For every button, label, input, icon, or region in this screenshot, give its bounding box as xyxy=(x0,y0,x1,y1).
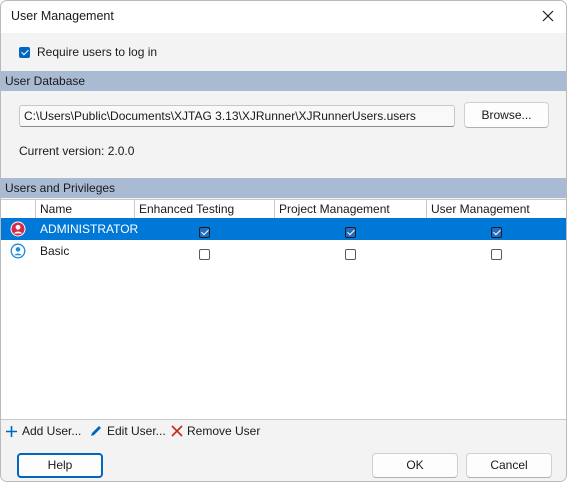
user-icon xyxy=(10,243,26,259)
ok-button[interactable]: OK xyxy=(372,453,458,478)
remove-icon xyxy=(171,425,183,437)
column-header-enhanced-testing[interactable]: Enhanced Testing xyxy=(135,200,275,218)
users-table: Name Enhanced Testing Project Management… xyxy=(1,199,566,420)
users-privileges-header: Users and Privileges xyxy=(1,178,566,198)
plus-icon xyxy=(6,425,17,437)
user-management-checkbox[interactable] xyxy=(491,227,502,238)
remove-user-button[interactable]: Remove User xyxy=(171,424,260,438)
table-header: Name Enhanced Testing Project Management… xyxy=(1,200,566,219)
column-header-user-management[interactable]: User Management xyxy=(427,200,566,218)
database-path-field[interactable]: C:\Users\Public\Documents\XJTAG 3.13\XJR… xyxy=(19,105,455,127)
enhanced-testing-cell[interactable] xyxy=(199,245,210,260)
user-name: ADMINISTRATOR xyxy=(40,222,139,236)
column-header-name[interactable]: Name xyxy=(36,200,135,218)
project-management-checkbox[interactable] xyxy=(345,227,356,238)
user-management-dialog: User Management Require users to log in … xyxy=(0,0,567,482)
project-management-checkbox[interactable] xyxy=(345,249,356,260)
title-bar: User Management xyxy=(1,1,566,33)
current-version-text: Current version: 2.0.0 xyxy=(19,144,135,158)
project-management-cell[interactable] xyxy=(345,223,356,238)
user-database-header: User Database xyxy=(1,71,566,91)
add-user-label: Add User... xyxy=(22,424,82,438)
enhanced-testing-checkbox[interactable] xyxy=(199,227,210,238)
cancel-button[interactable]: Cancel xyxy=(466,453,552,478)
browse-button[interactable]: Browse... xyxy=(464,102,549,128)
pencil-icon xyxy=(91,426,101,436)
column-header-project-management[interactable]: Project Management xyxy=(275,200,427,218)
icon-column-header xyxy=(1,200,36,218)
require-login-option[interactable]: Require users to log in xyxy=(19,45,157,59)
window-title: User Management xyxy=(11,9,114,23)
remove-user-label: Remove User xyxy=(187,424,261,438)
dialog-body: Require users to log in User Database C:… xyxy=(1,33,566,481)
close-icon xyxy=(542,10,554,22)
enhanced-testing-checkbox[interactable] xyxy=(199,249,210,260)
close-button[interactable] xyxy=(536,5,560,27)
user-management-cell[interactable] xyxy=(491,223,502,238)
require-login-checkbox[interactable] xyxy=(19,46,30,58)
user-management-checkbox[interactable] xyxy=(491,249,502,260)
edit-user-label: Edit User... xyxy=(107,424,166,438)
table-row[interactable]: ADMINISTRATOR xyxy=(1,218,566,240)
table-row[interactable]: Basic xyxy=(1,240,566,262)
user-management-cell[interactable] xyxy=(491,245,502,260)
user-name: Basic xyxy=(40,244,70,258)
admin-user-icon xyxy=(10,221,26,237)
add-user-button[interactable]: Add User... xyxy=(5,424,81,438)
enhanced-testing-cell[interactable] xyxy=(199,223,210,238)
help-button[interactable]: Help xyxy=(17,453,103,478)
require-login-label: Require users to log in xyxy=(37,45,158,59)
edit-user-button[interactable]: Edit User... xyxy=(89,424,166,438)
project-management-cell[interactable] xyxy=(345,245,356,260)
